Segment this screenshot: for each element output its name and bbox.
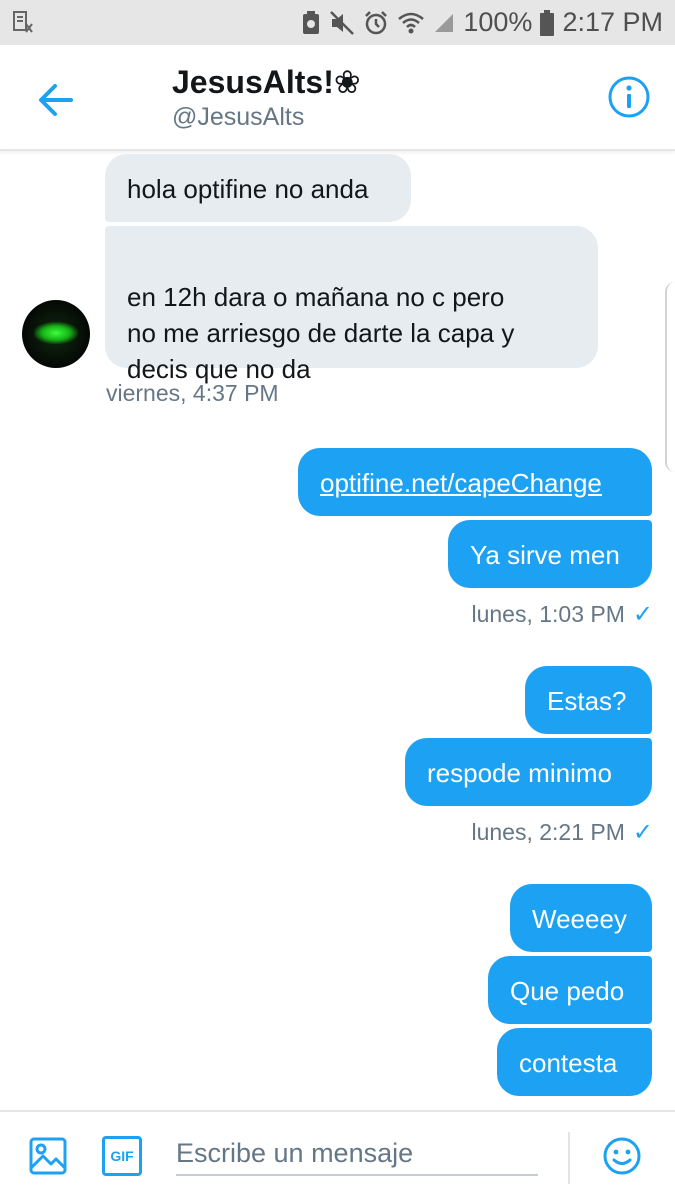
gif-icon: GIF <box>110 1148 134 1164</box>
conversation-header: JesusAlts!❀ @JesusAlts <box>0 45 675 151</box>
avatar[interactable] <box>22 300 90 368</box>
mute-icon <box>330 10 355 35</box>
contact-name[interactable]: JesusAlts!❀ <box>172 63 361 101</box>
timestamp-text: lunes, 2:21 PM <box>471 819 625 845</box>
message-bubble-outgoing[interactable]: Estas? <box>525 666 652 734</box>
message-bubble-incoming[interactable]: hola optifine no anda <box>105 154 411 222</box>
message-bubble-outgoing[interactable]: optifine.net/capeChange <box>298 448 652 516</box>
back-arrow-icon <box>39 84 73 116</box>
timestamp-text: lunes, 1:03 PM <box>471 601 625 627</box>
message-timestamp: viernes, 4:37 PM <box>106 380 279 406</box>
gif-button[interactable]: GIF <box>102 1136 142 1176</box>
signal-icon <box>435 13 454 32</box>
image-icon[interactable] <box>28 1136 68 1176</box>
message-timestamp: lunes, 1:03 PM ✓ <box>471 600 653 629</box>
message-text: respode minimo <box>427 758 612 788</box>
contact-handle: @JesusAlts <box>172 103 305 131</box>
message-bubble-incoming[interactable]: en 12h dara o mañana no c pero no me arr… <box>105 226 598 384</box>
battery-icon <box>540 9 555 36</box>
message-list[interactable]: hola optifine no anda en 12h dara o maña… <box>0 152 675 1110</box>
message-text: Estas? <box>547 686 627 716</box>
read-check-icon: ✓ <box>632 601 653 628</box>
message-bubble-outgoing[interactable]: contesta <box>497 1028 652 1096</box>
message-input[interactable] <box>176 1132 538 1176</box>
message-text: en 12h dara o mañana no c pero no me arr… <box>127 282 515 384</box>
alarm-icon <box>365 10 388 34</box>
battery-percent: 100% <box>463 7 533 37</box>
back-button[interactable] <box>30 75 80 125</box>
scroll-indicator <box>665 282 675 472</box>
message-timestamp: lunes, 2:21 PM ✓ <box>471 818 653 847</box>
message-link[interactable]: optifine.net/capeChange <box>320 468 602 498</box>
clock: 2:17 PM <box>562 7 663 37</box>
message-text: Ya sirve men <box>470 540 620 570</box>
message-bubble-outgoing[interactable]: Ya sirve men <box>448 520 652 588</box>
message-composer: GIF <box>0 1110 675 1200</box>
emoji-icon[interactable] <box>602 1136 642 1176</box>
read-check-icon: ✓ <box>632 819 653 846</box>
message-bubble-outgoing[interactable]: Que pedo <box>488 956 652 1024</box>
composer-divider <box>568 1132 570 1184</box>
message-text: Que pedo <box>510 976 625 1006</box>
notification-icon <box>13 11 33 33</box>
message-text: hola optifine no anda <box>127 174 369 204</box>
status-bar: 100% 2:17 PM <box>0 0 675 45</box>
message-text: contesta <box>519 1048 618 1078</box>
recycle-icon <box>303 10 320 34</box>
message-bubble-outgoing[interactable]: Weeeey <box>510 884 652 952</box>
wifi-icon <box>398 12 425 33</box>
message-text: Weeeey <box>532 904 627 934</box>
avatar-logo <box>34 322 78 344</box>
info-icon[interactable] <box>607 75 651 119</box>
message-bubble-outgoing[interactable]: respode minimo <box>405 738 652 806</box>
